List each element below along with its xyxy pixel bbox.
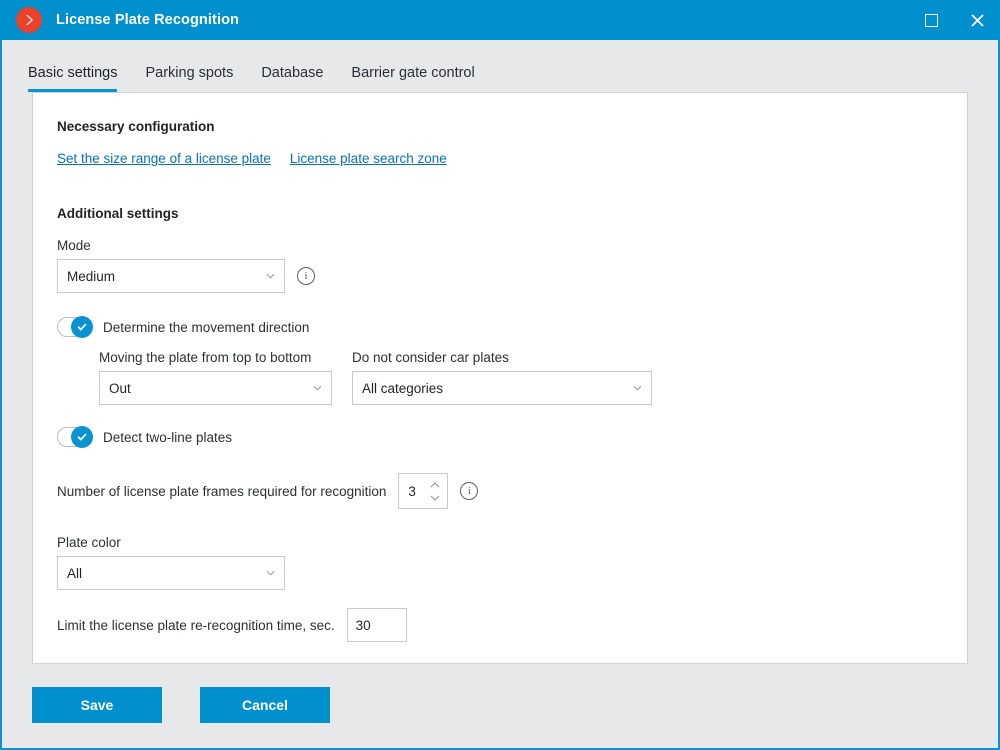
ignore-plates-label: Do not consider car plates <box>352 350 509 365</box>
mode-label: Mode <box>57 238 91 253</box>
frames-required-stepper[interactable]: 3 <box>398 473 449 509</box>
tab-database[interactable]: Database <box>261 65 323 92</box>
top-to-bottom-select[interactable]: Out <box>99 371 332 405</box>
re-recognition-time-label: Limit the license plate re-recognition t… <box>57 617 335 633</box>
maximize-button[interactable] <box>908 0 954 40</box>
frames-required-info-icon[interactable]: i <box>460 482 479 500</box>
ignore-plates-field: Do not consider car plates All categorie… <box>352 350 652 405</box>
close-button[interactable] <box>954 0 1000 40</box>
settings-panel: Necessary configuration Set the size ran… <box>32 92 968 664</box>
ignore-plates-select[interactable]: All categories <box>352 371 652 405</box>
maximize-icon <box>924 13 938 27</box>
chevron-down-icon <box>313 385 322 391</box>
tab-label: Database <box>261 65 324 81</box>
re-recognition-time-input[interactable] <box>346 608 407 642</box>
mode-select[interactable]: Medium <box>57 259 285 293</box>
footer-actions: Save Cancel <box>2 664 998 723</box>
top-to-bottom-field: Moving the plate from top to bottom Out <box>99 350 332 405</box>
plate-color-select[interactable]: All <box>57 556 285 590</box>
tab-label: Barrier gate control <box>351 65 475 81</box>
mode-select-value: Medium <box>67 268 116 284</box>
window-controls <box>908 0 1000 40</box>
movement-direction-toggle-label: Determine the movement direction <box>103 319 310 335</box>
save-button[interactable]: Save <box>32 687 162 723</box>
tab-basic-settings[interactable]: Basic settings <box>28 65 118 92</box>
two-line-plates-toggle-row: Detect two-line plates <box>57 426 943 448</box>
top-to-bottom-label: Moving the plate from top to bottom <box>99 350 312 365</box>
frames-required-row: Number of license plate frames required … <box>57 473 943 509</box>
plate-color-label: Plate color <box>57 535 121 550</box>
toggle-knob <box>71 426 93 448</box>
ignore-plates-value: All categories <box>362 380 444 396</box>
title-bar: License Plate Recognition <box>0 0 1000 40</box>
spinner-up-button[interactable] <box>430 481 440 488</box>
spinner-arrows <box>430 474 440 508</box>
two-line-plates-toggle-label: Detect two-line plates <box>103 429 233 445</box>
frames-required-label: Number of license plate frames required … <box>57 483 387 499</box>
frames-required-value: 3 <box>408 483 416 499</box>
re-recognition-time-row: Limit the license plate re-recognition t… <box>57 608 943 642</box>
tab-barrier-gate-control[interactable]: Barrier gate control <box>351 65 474 92</box>
cancel-button[interactable]: Cancel <box>200 687 330 723</box>
movement-direction-toggle-row: Determine the movement direction <box>57 316 943 338</box>
window-title: License Plate Recognition <box>56 12 239 28</box>
tab-bar: Basic settings Parking spots Database Ba… <box>2 40 998 92</box>
necessary-configuration-links: Set the size range of a license plate Li… <box>57 151 943 166</box>
close-icon <box>970 13 984 27</box>
application-window: License Plate Recognition Basic settings… <box>0 0 1000 750</box>
additional-settings-heading: Additional settings <box>57 206 179 221</box>
plate-color-value: All <box>67 565 83 581</box>
chevron-down-icon <box>266 273 275 279</box>
chevron-down-icon <box>431 495 440 501</box>
check-icon <box>77 323 87 331</box>
tab-label: Parking spots <box>145 65 234 81</box>
chevron-down-icon <box>266 570 275 576</box>
chevron-down-icon <box>633 385 642 391</box>
info-glyph: i <box>304 269 308 282</box>
info-glyph: i <box>467 484 471 497</box>
top-to-bottom-value: Out <box>109 380 131 396</box>
link-search-zone[interactable]: License plate search zone <box>290 151 447 166</box>
link-set-size-range[interactable]: Set the size range of a license plate <box>57 151 271 166</box>
mode-row: Medium i <box>57 259 943 293</box>
movement-direction-fields: Moving the plate from top to bottom Out … <box>99 350 943 405</box>
necessary-configuration-heading: Necessary configuration <box>57 119 215 134</box>
spinner-down-button[interactable] <box>430 495 440 501</box>
check-icon <box>77 433 87 441</box>
tab-parking-spots[interactable]: Parking spots <box>145 65 233 92</box>
chevron-up-icon <box>431 481 440 487</box>
mode-info-icon[interactable]: i <box>297 267 315 285</box>
chevron-right-logo-icon <box>16 7 42 33</box>
two-line-plates-toggle[interactable] <box>57 426 93 448</box>
toggle-knob <box>71 316 93 338</box>
tab-label: Basic settings <box>28 65 118 81</box>
movement-direction-toggle[interactable] <box>57 316 93 338</box>
